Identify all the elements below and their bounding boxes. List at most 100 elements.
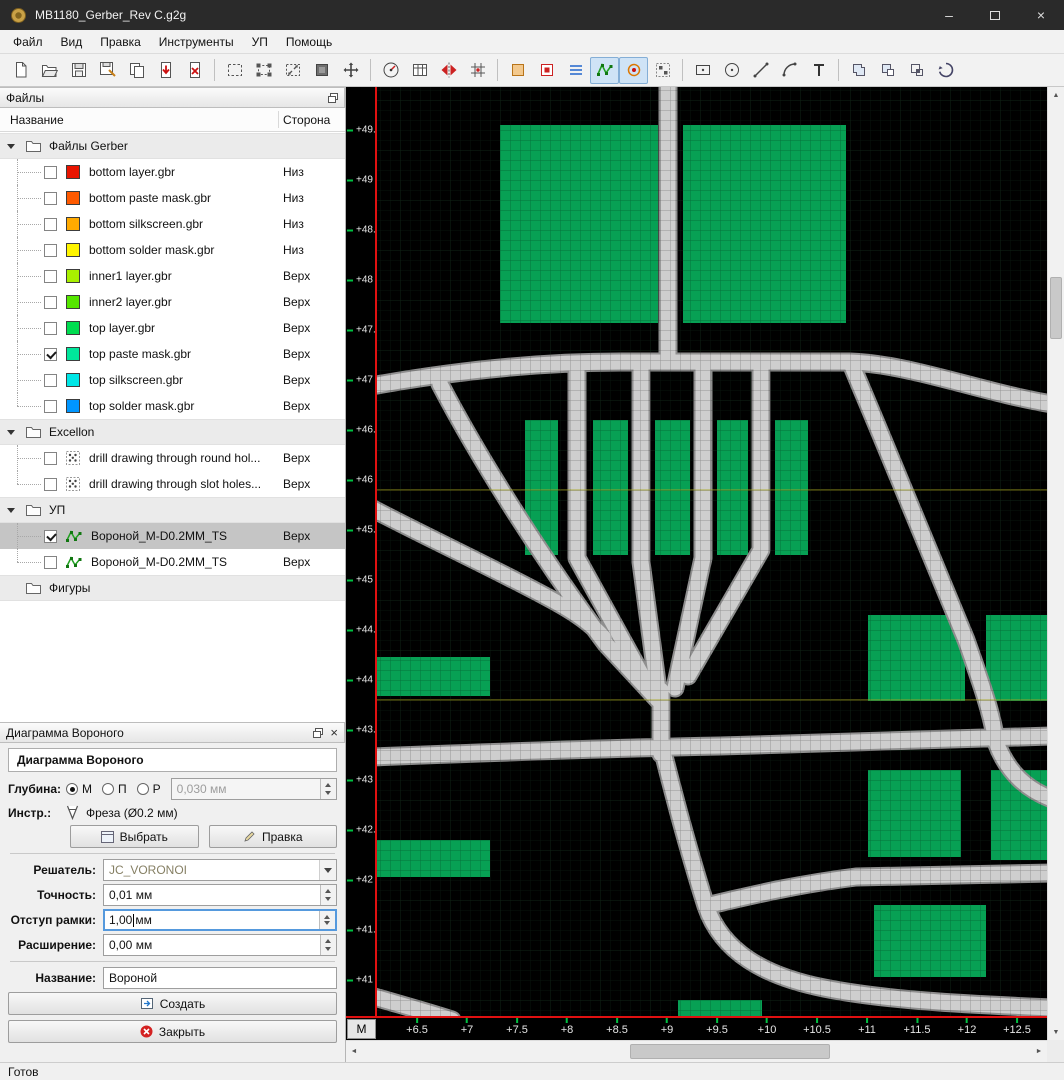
edit-tool-button[interactable]: Правка	[209, 825, 338, 848]
copy-button[interactable]	[122, 57, 151, 84]
shape-subtract-button[interactable]	[873, 57, 902, 84]
layer-row[interactable]: top solder mask.gbr Верх	[0, 393, 345, 419]
menu-help[interactable]: Помощь	[277, 30, 341, 53]
visibility-checkbox[interactable]	[44, 166, 57, 179]
layer-row[interactable]: top paste mask.gbr Верх	[0, 341, 345, 367]
regenerate-button[interactable]	[931, 57, 960, 84]
depth-radio-m[interactable]: М	[66, 782, 92, 796]
layer-row[interactable]: bottom paste mask.gbr Низ	[0, 185, 345, 211]
expand-arrow-icon[interactable]	[7, 144, 15, 149]
expansion-spinner[interactable]: 0,00 мм	[103, 934, 337, 956]
close-icon[interactable]: ×	[330, 726, 338, 739]
group-row-excellon[interactable]: Excellon	[0, 419, 345, 445]
float-icon[interactable]	[313, 728, 323, 738]
snap-grid-button[interactable]	[463, 57, 492, 84]
visibility-checkbox[interactable]	[44, 556, 57, 569]
select-tool-button[interactable]: Выбрать	[70, 825, 199, 848]
depth-radio-p[interactable]: П	[102, 782, 127, 796]
remove-button[interactable]	[180, 57, 209, 84]
menu-view[interactable]: Вид	[52, 30, 92, 53]
voronoi-tool-button[interactable]	[590, 57, 619, 84]
drill-row[interactable]: drill drawing through round hol... Верх	[0, 445, 345, 471]
pad-array-button[interactable]	[648, 57, 677, 84]
name-input[interactable]: Вороной	[103, 967, 337, 989]
spinner-arrows-icon[interactable]	[320, 935, 336, 955]
open-button[interactable]	[35, 57, 64, 84]
depth-radio-r[interactable]: Р	[137, 782, 161, 796]
job-row-selected[interactable]: Вороной_M-D0.2MM_TS Верх	[0, 523, 345, 549]
horizontal-scroll-thumb[interactable]	[630, 1044, 830, 1059]
fill-region-button[interactable]	[307, 57, 336, 84]
layer-row[interactable]: inner1 layer.gbr Верх	[0, 263, 345, 289]
spinner-arrows-icon[interactable]	[319, 911, 335, 929]
solver-combobox[interactable]: JC_VORONOI	[103, 859, 337, 881]
vertical-scrollbar[interactable]: ▲ ▼	[1047, 87, 1064, 1040]
chevron-down-icon[interactable]	[319, 860, 336, 880]
import-button[interactable]	[151, 57, 180, 84]
shape-intersect-button[interactable]	[902, 57, 931, 84]
create-button[interactable]: Создать	[8, 992, 337, 1015]
minimize-button[interactable]: –	[926, 0, 972, 30]
visibility-checkbox[interactable]	[44, 270, 57, 283]
scroll-right-icon[interactable]: ►	[1031, 1041, 1047, 1062]
precision-spinner[interactable]: 0,01 мм	[103, 884, 337, 906]
vertical-scroll-thumb[interactable]	[1050, 277, 1062, 339]
menu-tools[interactable]: Инструменты	[150, 30, 243, 53]
scroll-up-icon[interactable]: ▲	[1048, 87, 1064, 103]
drill-row[interactable]: drill drawing through slot holes... Верх	[0, 471, 345, 497]
column-name[interactable]: Название	[10, 113, 64, 127]
visibility-checkbox[interactable]	[44, 348, 57, 361]
zoom-area-button[interactable]	[278, 57, 307, 84]
draw-line-button[interactable]	[746, 57, 775, 84]
expand-arrow-icon[interactable]	[7, 430, 15, 435]
visibility-checkbox[interactable]	[44, 244, 57, 257]
visibility-checkbox[interactable]	[44, 296, 57, 309]
column-side[interactable]: Сторона	[283, 113, 330, 127]
horizontal-scrollbar[interactable]: ◄ ►	[346, 1040, 1047, 1062]
visibility-checkbox[interactable]	[44, 374, 57, 387]
float-icon[interactable]	[328, 93, 338, 103]
scroll-left-icon[interactable]: ◄	[346, 1041, 362, 1062]
gerber-layer-button[interactable]	[503, 57, 532, 84]
group-row-cnc[interactable]: УП	[0, 497, 345, 523]
margin-spinner[interactable]: 1,00мм	[103, 909, 337, 931]
visibility-checkbox[interactable]	[44, 400, 57, 413]
layer-row[interactable]: bottom solder mask.gbr Низ	[0, 237, 345, 263]
menu-cnc[interactable]: УП	[243, 30, 277, 53]
layer-row[interactable]: top layer.gbr Верх	[0, 315, 345, 341]
excellon-list-button[interactable]	[561, 57, 590, 84]
maximize-button[interactable]	[972, 0, 1018, 30]
layer-row[interactable]: bottom layer.gbr Низ	[0, 159, 345, 185]
mirror-button[interactable]	[434, 57, 463, 84]
pan-button[interactable]	[336, 57, 365, 84]
spinner-arrows-icon[interactable]	[320, 885, 336, 905]
visibility-checkbox[interactable]	[44, 452, 57, 465]
layer-row[interactable]: bottom silkscreen.gbr Низ	[0, 211, 345, 237]
draw-rect-button[interactable]	[688, 57, 717, 84]
pcb-viewport[interactable]	[377, 87, 1047, 1016]
new-file-button[interactable]	[6, 57, 35, 84]
spinner-arrows-icon[interactable]	[320, 779, 336, 799]
group-row-shapes[interactable]: Фигуры	[0, 575, 345, 601]
layer-row[interactable]: inner2 layer.gbr Верх	[0, 289, 345, 315]
units-button[interactable]: M	[347, 1019, 376, 1039]
draw-text-button[interactable]	[804, 57, 833, 84]
job-row[interactable]: Вороной_M-D0.2MM_TS Верх	[0, 549, 345, 575]
select-button[interactable]	[220, 57, 249, 84]
drill-marks-button[interactable]	[619, 57, 648, 84]
group-row-gerber[interactable]: Файлы Gerber	[0, 133, 345, 159]
depth-value-spinner[interactable]: 0,030 мм	[171, 778, 337, 800]
menu-file[interactable]: Файл	[4, 30, 52, 53]
expand-arrow-icon[interactable]	[7, 508, 15, 513]
visibility-checkbox[interactable]	[44, 322, 57, 335]
save-button[interactable]	[64, 57, 93, 84]
job-table-button[interactable]	[405, 57, 434, 84]
draw-circle-button[interactable]	[717, 57, 746, 84]
visibility-checkbox[interactable]	[44, 478, 57, 491]
close-tool-button[interactable]: Закрыть	[8, 1020, 337, 1043]
save-as-button[interactable]	[93, 57, 122, 84]
visibility-checkbox[interactable]	[44, 218, 57, 231]
visibility-checkbox[interactable]	[44, 192, 57, 205]
visibility-checkbox[interactable]	[44, 530, 57, 543]
draw-arc-button[interactable]	[775, 57, 804, 84]
